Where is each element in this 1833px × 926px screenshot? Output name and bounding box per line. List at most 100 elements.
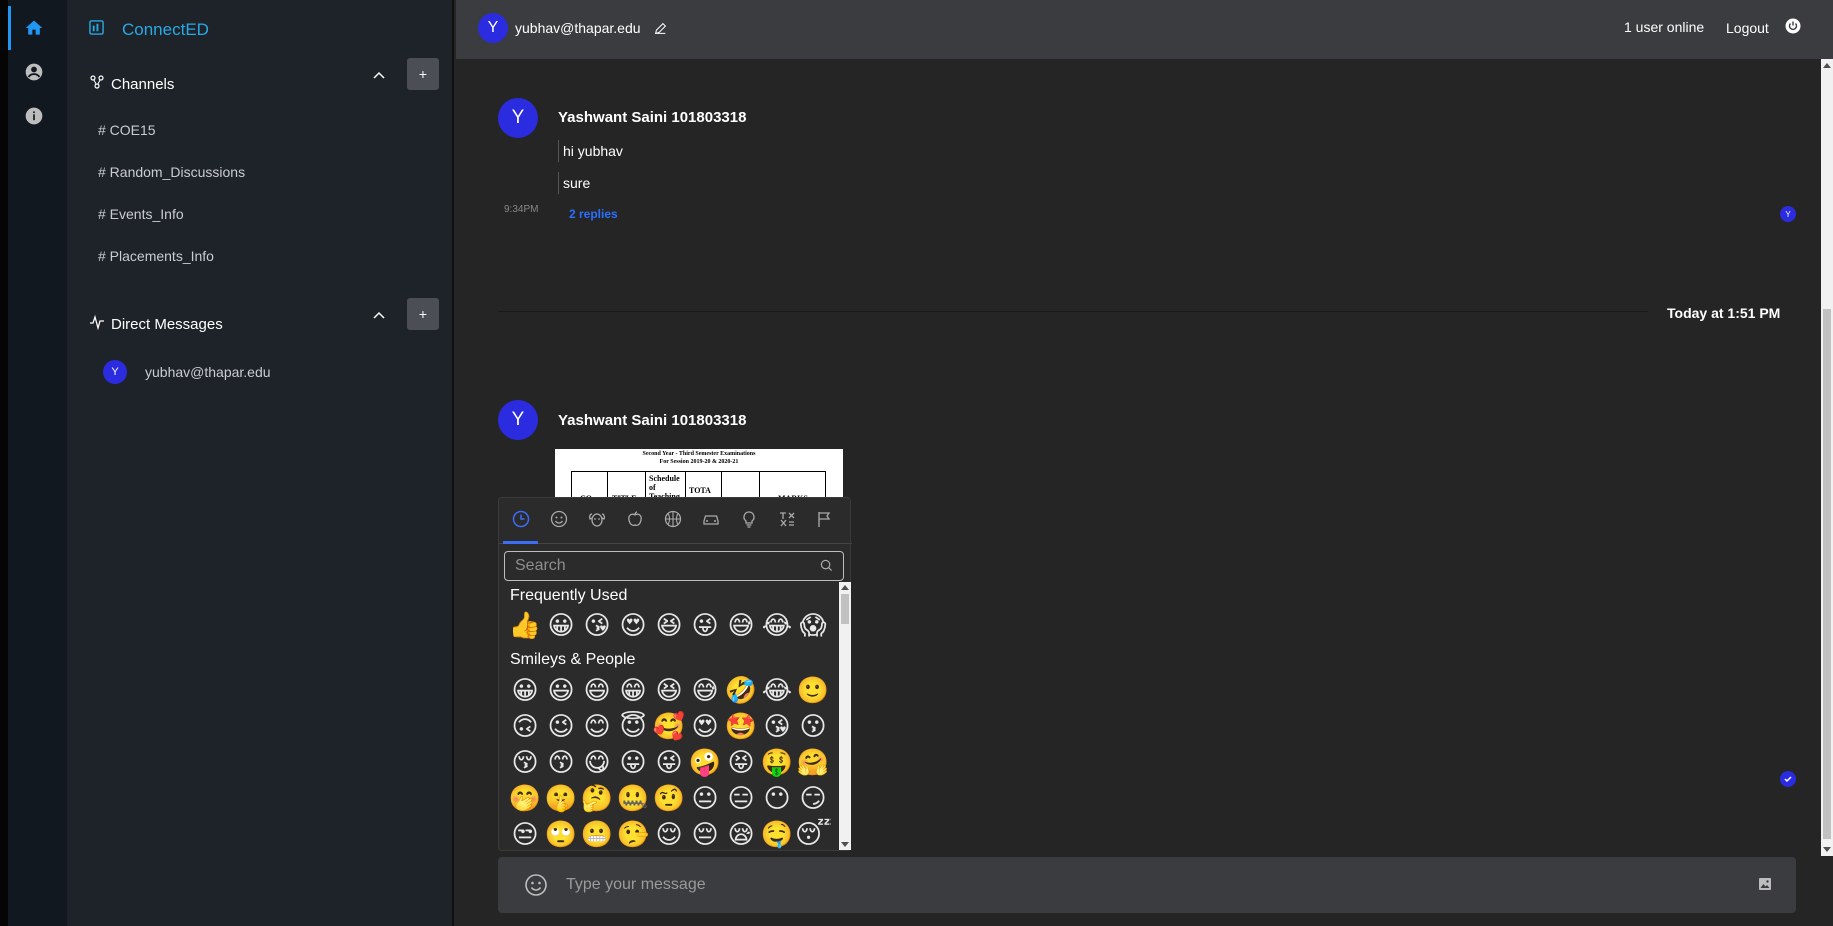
emoji-item[interactable]: 😶 [759, 781, 795, 817]
emoji-item[interactable]: 🤤 [759, 817, 795, 851]
flags-icon[interactable] [815, 509, 835, 529]
emoji-item[interactable]: 😌 [651, 817, 687, 851]
emoji-item[interactable]: 😍 [687, 709, 723, 745]
emoji-item[interactable]: 😚 [507, 745, 543, 781]
info-icon[interactable] [22, 104, 46, 128]
emoji-item[interactable]: 🙄 [543, 817, 579, 851]
emoji-item[interactable]: 😆 [651, 673, 687, 709]
emoji-item[interactable]: 😅 [687, 673, 723, 709]
emoji-search-input[interactable] [504, 551, 844, 581]
avatar: Y [498, 400, 538, 440]
emoji-item[interactable]: 🤪 [687, 745, 723, 781]
image-upload-icon[interactable] [1758, 877, 1774, 893]
emoji-item[interactable]: 😆 [651, 608, 687, 644]
emoji-item[interactable]: 🤫 [543, 781, 579, 817]
scrollbar-thumb[interactable] [1823, 309, 1831, 839]
emoji-item[interactable]: 🤣 [723, 673, 759, 709]
emoji-item[interactable]: 🤔 [579, 781, 615, 817]
emoji-item[interactable]: 😂 [759, 608, 795, 644]
scroll-up-icon[interactable] [1823, 63, 1831, 68]
message-text: sure [558, 172, 590, 194]
objects-icon[interactable] [739, 509, 759, 529]
smileys-icon[interactable] [549, 509, 569, 529]
brand-name: ConnectED [122, 20, 209, 39]
emoji-item[interactable]: 😉 [543, 709, 579, 745]
emoji-icon[interactable] [524, 873, 548, 897]
channel-item[interactable]: # Random_Discussions [98, 164, 245, 180]
emoji-item[interactable]: 😔 [687, 817, 723, 851]
emoji-item[interactable]: 😛 [615, 745, 651, 781]
emoji-item[interactable]: 😒 [507, 817, 543, 851]
emoji-item[interactable]: 🤥 [615, 817, 651, 851]
brand[interactable]: ConnectED [89, 20, 209, 40]
edit-icon[interactable] [654, 22, 667, 35]
emoji-item[interactable]: 😜 [687, 608, 723, 644]
emoji-item[interactable]: 😐 [687, 781, 723, 817]
emoji-item[interactable]: 😱 [795, 608, 831, 644]
message-input[interactable] [566, 871, 1736, 899]
emoji-item[interactable]: 😁 [615, 673, 651, 709]
scrollbar-thumb[interactable] [841, 594, 849, 624]
emoji-item[interactable]: 😃 [543, 673, 579, 709]
emoji-item[interactable]: 🤗 [795, 745, 831, 781]
dm-item[interactable]: Y yubhav@thapar.edu [103, 360, 271, 384]
emoji-item[interactable]: 😀 [507, 673, 543, 709]
emoji-item[interactable]: 😪 [723, 817, 759, 851]
message-scrollbar[interactable] [1821, 59, 1833, 856]
emoji-item[interactable]: 😊 [579, 709, 615, 745]
emoji-item[interactable]: 🤭 [507, 781, 543, 817]
attachment-title: Second Year - Third Semester Examination… [642, 451, 756, 457]
emoji-item[interactable]: 😴 [795, 817, 831, 851]
emoji-item[interactable]: 😜 [651, 745, 687, 781]
travel-icon[interactable] [701, 509, 721, 529]
animals-icon[interactable] [587, 509, 607, 529]
emoji-item[interactable]: 🤨 [651, 781, 687, 817]
emoji-item[interactable]: 🤑 [759, 745, 795, 781]
emoji-item[interactable]: 😂 [759, 673, 795, 709]
scroll-down-icon[interactable] [1823, 847, 1831, 852]
activity-icon[interactable] [663, 509, 683, 529]
recent-icon[interactable] [511, 509, 531, 529]
emoji-item[interactable]: 😙 [543, 745, 579, 781]
replies-link[interactable]: 2 replies [569, 207, 618, 221]
emoji-item[interactable]: 😋 [579, 745, 615, 781]
emoji-item[interactable]: 👍 [507, 608, 543, 644]
chevron-up-icon[interactable] [370, 306, 388, 324]
symbols-icon[interactable] [777, 509, 797, 529]
emoji-item[interactable]: 😝 [723, 745, 759, 781]
add-channel-button[interactable]: + [407, 58, 439, 90]
add-dm-button[interactable]: + [407, 298, 439, 330]
emoji-item[interactable]: 😘 [579, 608, 615, 644]
emoji-item[interactable]: 😬 [579, 817, 615, 851]
scroll-down-icon[interactable] [841, 842, 849, 847]
profile-icon[interactable] [22, 60, 46, 84]
emoji-item[interactable]: 😑 [723, 781, 759, 817]
emoji-item[interactable]: 😇 [615, 709, 651, 745]
emoji-item[interactable]: 😍 [615, 608, 651, 644]
emoji-item[interactable]: 😄 [579, 673, 615, 709]
emoji-item[interactable]: 😏 [795, 781, 831, 817]
channel-item[interactable]: # Events_Info [98, 206, 184, 222]
emoji-item[interactable]: 😗 [795, 709, 831, 745]
emoji-item[interactable]: 🤐 [615, 781, 651, 817]
emoji-item[interactable]: 😅 [723, 608, 759, 644]
message-author: Yashwant Saini 101803318 [558, 109, 747, 126]
emoji-scrollbar[interactable] [839, 582, 851, 850]
message-time: 9:34PM [504, 204, 539, 215]
emoji-item[interactable]: 🥰 [651, 709, 687, 745]
home-icon[interactable] [22, 16, 46, 40]
scroll-up-icon[interactable] [841, 585, 849, 590]
channel-item[interactable]: # COE15 [98, 122, 156, 138]
power-icon[interactable] [1785, 18, 1805, 38]
avatar: Y [498, 98, 538, 138]
emoji-item[interactable]: 🤩 [723, 709, 759, 745]
logout-button[interactable]: Logout [1726, 20, 1769, 36]
food-icon[interactable] [625, 509, 645, 529]
emoji-item[interactable]: 🙃 [507, 709, 543, 745]
rail-active-indicator [8, 6, 11, 50]
emoji-item[interactable]: 😘 [759, 709, 795, 745]
channel-item[interactable]: # Placements_Info [98, 248, 214, 264]
chevron-up-icon[interactable] [370, 66, 388, 84]
emoji-item[interactable]: 😀 [543, 608, 579, 644]
emoji-item[interactable]: 🙂 [795, 673, 831, 709]
